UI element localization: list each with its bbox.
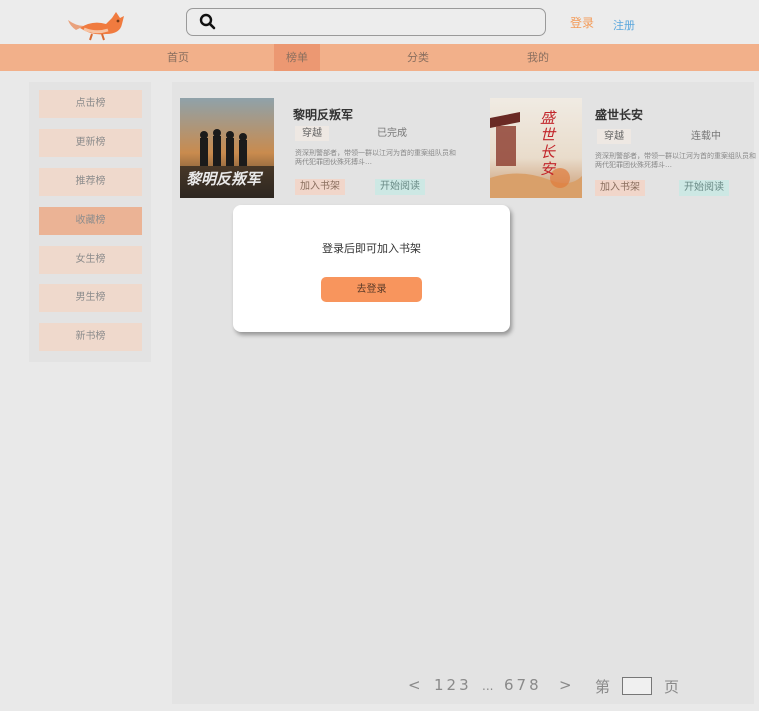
go-login-button[interactable]: 去登录	[321, 277, 422, 302]
page-ellipsis: ...	[482, 679, 494, 693]
page-prefix-label: 第	[595, 678, 611, 696]
page-links-start[interactable]: 123	[434, 676, 472, 694]
book-status-1: 已完成	[377, 128, 407, 139]
ranking-sidebar: 点击榜 更新榜 推荐榜 收藏榜 女生榜 男生榜 新书榜	[29, 82, 151, 362]
add-to-shelf-button-2[interactable]: 加入书架	[595, 180, 645, 196]
header: 登录 注册	[0, 0, 759, 44]
book-title-2[interactable]: 盛世长安	[595, 106, 643, 123]
next-page-button[interactable]: >	[559, 676, 572, 694]
start-reading-button-2[interactable]: 开始阅读	[679, 180, 729, 196]
sidebar-item-favorites[interactable]: 收藏榜	[39, 207, 142, 235]
search-input[interactable]	[223, 12, 537, 34]
book-cover-2-title: 盛世长安	[540, 109, 556, 178]
add-to-shelf-button-1[interactable]: 加入书架	[295, 179, 345, 195]
login-required-modal: 登录后即可加入书架 去登录	[233, 205, 510, 332]
book-desc-1: 资深刑警部者，带领一群以江河为首的重案组队员和两代犯罪团伙殊死搏斗…	[295, 149, 456, 166]
book-genre-2: 穿越	[597, 129, 631, 144]
sidebar-item-male[interactable]: 男生榜	[39, 284, 142, 312]
page: 登录 注册 首页 榜单 分类 我的 点击榜 更新榜 推荐榜 收藏榜 女生榜 男生…	[0, 0, 759, 711]
nav-item-rankings[interactable]: 榜单	[274, 44, 320, 71]
book-desc-2: 资深刑警部者，带领一群以江河为首的重案组队员和两代犯罪团伙殊死搏斗…	[595, 152, 756, 169]
book-cover-1-title: 黎明反叛军	[186, 170, 262, 188]
book-cover-2[interactable]: 盛世长安	[490, 98, 582, 198]
start-reading-button-1[interactable]: 开始阅读	[375, 179, 425, 195]
modal-message: 登录后即可加入书架	[322, 242, 421, 255]
main-nav: 首页 榜单 分类 我的	[0, 44, 759, 71]
register-link[interactable]: 注册	[613, 17, 635, 33]
page-suffix-label: 页	[664, 678, 680, 696]
book-title-1[interactable]: 黎明反叛军	[293, 106, 353, 123]
prev-page-button[interactable]: <	[408, 676, 421, 694]
login-link[interactable]: 登录	[570, 14, 594, 31]
book-cover-1[interactable]: 黎明反叛军	[180, 98, 274, 198]
book-list: 黎明反叛军 黎明反叛军 穿越 已完成 资深刑警部者，带领一群以江河为首的重案组队…	[172, 82, 756, 704]
nav-item-categories[interactable]: 分类	[395, 44, 441, 71]
page-links-end[interactable]: 678	[504, 676, 542, 694]
page-number-input[interactable]	[622, 677, 652, 695]
sidebar-item-female[interactable]: 女生榜	[39, 246, 142, 274]
sidebar-item-new[interactable]: 新书榜	[39, 323, 142, 351]
nav-item-mine[interactable]: 我的	[515, 44, 561, 71]
book-genre-1: 穿越	[295, 126, 329, 141]
search-icon	[199, 13, 217, 31]
search-box[interactable]	[186, 8, 546, 36]
nav-item-home[interactable]: 首页	[155, 44, 201, 71]
sidebar-item-recommend[interactable]: 推荐榜	[39, 168, 142, 196]
fox-logo-icon[interactable]	[62, 4, 134, 42]
book-status-2: 连载中	[691, 131, 721, 142]
sidebar-item-clicks[interactable]: 点击榜	[39, 90, 142, 118]
sidebar-item-updates[interactable]: 更新榜	[39, 129, 142, 157]
